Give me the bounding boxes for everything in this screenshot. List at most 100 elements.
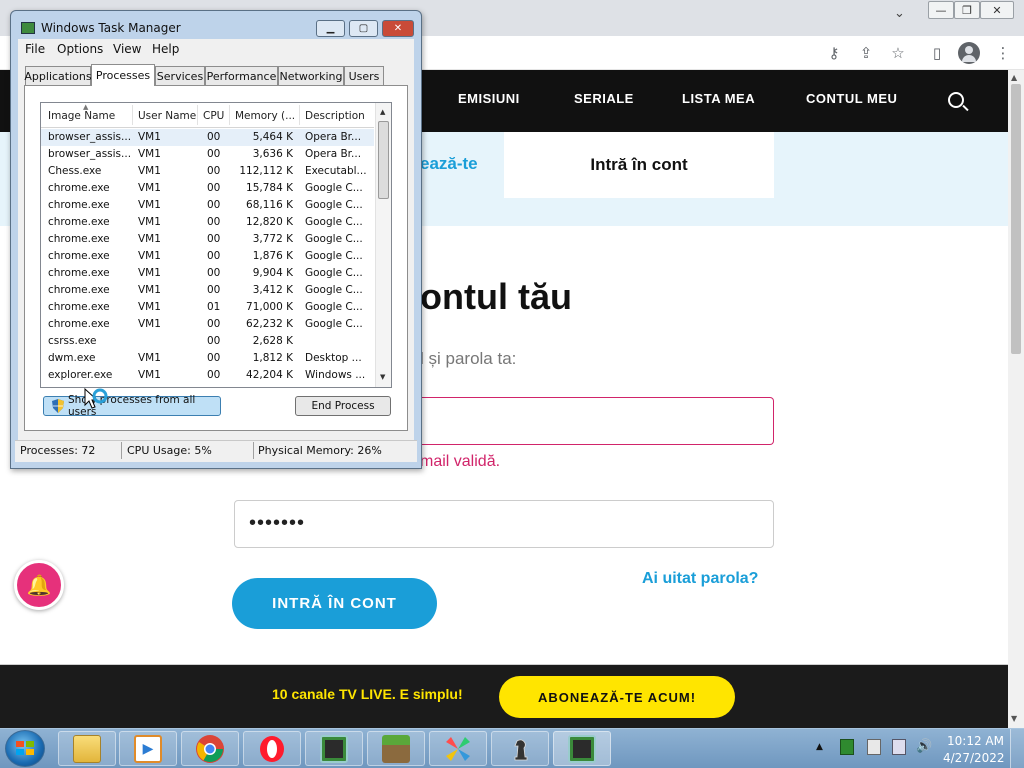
cell-memory: 5,464 K: [252, 131, 293, 143]
side-panel-icon[interactable]: ▯: [926, 42, 948, 64]
menu-file[interactable]: File: [25, 42, 45, 56]
nav-lista-mea[interactable]: LISTA MEA: [682, 91, 755, 106]
task-manager-icon: [21, 22, 35, 34]
browser-close-button[interactable]: ✕: [980, 1, 1014, 19]
cell-user: VM1: [138, 182, 161, 194]
nav-emisiuni[interactable]: EMISIUNI: [458, 91, 520, 106]
scroll-up-icon[interactable]: ▲: [1011, 73, 1017, 82]
column-cpu[interactable]: CPU: [203, 110, 224, 122]
tab-processes[interactable]: Processes: [91, 64, 155, 86]
cell-desc: Executabl...: [305, 165, 367, 177]
forgot-password-link[interactable]: Ai uitat parola?: [642, 570, 758, 588]
column-description[interactable]: Description: [305, 110, 365, 122]
process-list-scrollbar[interactable]: ▲ ▼: [375, 103, 391, 387]
table-row[interactable]: chrome.exe VM1 00 1,876 K Google C...: [41, 248, 374, 265]
cell-name: csrss.exe: [48, 335, 97, 347]
nav-contul-meu[interactable]: CONTUL MEU: [806, 91, 897, 106]
show-desktop-button[interactable]: [1010, 729, 1024, 768]
menu-help[interactable]: Help: [152, 42, 179, 56]
table-row[interactable]: chrome.exe VM1 00 12,820 K Google C...: [41, 214, 374, 231]
column-divider[interactable]: [197, 105, 198, 125]
cell-cpu: 00: [207, 199, 221, 211]
maximize-button[interactable]: ▢: [349, 20, 378, 37]
tab-services[interactable]: Services: [155, 66, 205, 85]
bookmark-star-icon[interactable]: ☆: [887, 42, 909, 64]
browser-restore-button[interactable]: ❐: [954, 1, 980, 19]
table-row[interactable]: chrome.exe VM1 00 3,412 K Google C...: [41, 282, 374, 299]
taskbar-chess[interactable]: [491, 731, 549, 766]
cell-memory: 68,116 K: [246, 199, 293, 211]
taskbar-media-player[interactable]: ▶: [119, 731, 177, 766]
taskbar-minecraft[interactable]: [367, 731, 425, 766]
close-button[interactable]: ✕: [382, 20, 414, 37]
column-divider[interactable]: [132, 105, 133, 125]
browser-minimize-button[interactable]: —: [928, 1, 954, 19]
volume-icon[interactable]: 🔊: [916, 739, 932, 755]
tab-networking[interactable]: Networking: [278, 66, 344, 85]
profile-avatar-icon[interactable]: [958, 42, 980, 64]
table-row[interactable]: chrome.exe VM1 00 9,904 K Google C...: [41, 265, 374, 282]
browser-menu-icon[interactable]: ⋮: [992, 42, 1014, 64]
cell-name: chrome.exe: [48, 318, 110, 330]
column-divider[interactable]: [299, 105, 300, 125]
clock-time[interactable]: 10:12 AM: [947, 734, 1004, 748]
notification-bell-icon[interactable]: 🔔: [14, 560, 64, 610]
tray-app-icon[interactable]: [840, 739, 854, 755]
scrollbar-thumb[interactable]: [378, 121, 389, 199]
taskbar-chrome[interactable]: [181, 731, 239, 766]
network-icon[interactable]: [892, 739, 906, 755]
table-row[interactable]: chrome.exe VM1 00 62,232 K Google C...: [41, 316, 374, 333]
tab-register[interactable]: ează-te: [420, 154, 478, 174]
column-image-name[interactable]: Image Name: [48, 110, 115, 122]
table-row[interactable]: browser_assis... VM1 00 3,636 K Opera Br...: [41, 146, 374, 163]
column-user-name[interactable]: User Name: [138, 110, 196, 122]
scroll-down-arrow-icon[interactable]: ▼: [380, 373, 385, 381]
search-icon[interactable]: [948, 92, 964, 108]
table-row[interactable]: chrome.exe VM1 00 3,772 K Google C...: [41, 231, 374, 248]
scroll-up-arrow-icon[interactable]: ▲: [380, 108, 385, 116]
column-memory[interactable]: Memory (...: [235, 110, 295, 122]
cell-memory: 2,628 K: [252, 335, 293, 347]
password-field[interactable]: •••••••: [234, 500, 774, 548]
minimize-button[interactable]: ▁: [316, 20, 345, 37]
tab-applications[interactable]: Applications: [24, 66, 92, 85]
action-center-flag-icon[interactable]: [867, 739, 881, 755]
end-process-button[interactable]: End Process: [295, 396, 391, 416]
key-icon[interactable]: ⚷: [823, 42, 845, 64]
cell-cpu: 00: [207, 352, 221, 364]
show-hidden-icons-arrow-icon[interactable]: ▲: [816, 742, 823, 752]
share-icon[interactable]: ⇪: [855, 42, 877, 64]
taskbar-task-manager-active[interactable]: [553, 731, 611, 766]
table-row[interactable]: Chess.exe VM1 00 112,112 K Executabl...: [41, 163, 374, 180]
taskbar-explorer[interactable]: [58, 731, 116, 766]
cell-memory: 1,812 K: [252, 352, 293, 364]
taskbar-task-manager[interactable]: [305, 731, 363, 766]
nav-seriale[interactable]: SERIALE: [574, 91, 634, 106]
show-all-processes-button[interactable]: Show processes from all users: [43, 394, 221, 418]
scroll-down-icon[interactable]: ▼: [1011, 714, 1017, 723]
game-icon: [446, 736, 470, 761]
tab-performance[interactable]: Performance: [205, 66, 278, 85]
table-row[interactable]: chrome.exe VM1 00 15,784 K Google C...: [41, 180, 374, 197]
table-row[interactable]: browser_assis... VM1 00 5,464 K Opera Br...: [41, 129, 374, 146]
taskbar-game[interactable]: [429, 731, 487, 766]
clock-date[interactable]: 4/27/2022: [943, 751, 1005, 765]
login-button[interactable]: INTRĂ ÎN CONT: [232, 578, 437, 629]
taskbar-opera[interactable]: [243, 731, 301, 766]
menu-view[interactable]: View: [113, 42, 141, 56]
table-row[interactable]: chrome.exe VM1 01 71,000 K Google C...: [41, 299, 374, 316]
menu-options[interactable]: Options: [57, 42, 103, 56]
tab-search-chevron-icon[interactable]: ⌄: [894, 6, 905, 21]
page-scrollbar-thumb[interactable]: [1011, 84, 1021, 354]
subscribe-button[interactable]: ABONEAZĂ-TE ACUM!: [499, 676, 735, 718]
tab-login[interactable]: Intră în cont: [504, 132, 774, 198]
cell-memory: 71,000 K: [246, 301, 293, 313]
table-row[interactable]: dwm.exe VM1 00 1,812 K Desktop ...: [41, 350, 374, 367]
column-divider[interactable]: [229, 105, 230, 125]
table-row[interactable]: chrome.exe VM1 00 68,116 K Google C...: [41, 197, 374, 214]
table-row[interactable]: explorer.exe VM1 00 42,204 K Windows ...: [41, 367, 374, 384]
email-field[interactable]: [420, 397, 774, 445]
table-row[interactable]: csrss.exe 00 2,628 K: [41, 333, 374, 350]
process-list[interactable]: ▲ Image Name User Name CPU Memory (... D…: [40, 102, 392, 388]
tab-users[interactable]: Users: [344, 66, 384, 85]
